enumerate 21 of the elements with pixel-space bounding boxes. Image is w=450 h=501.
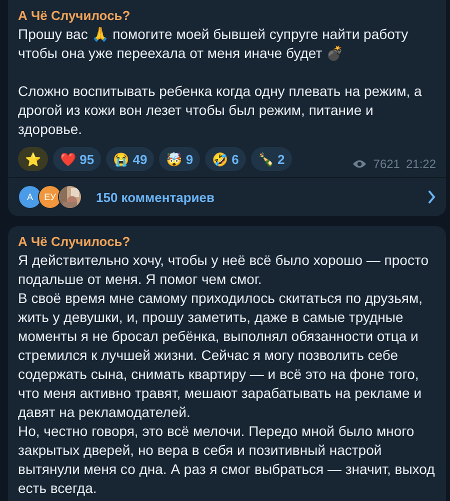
message-text: Сложно воспитывать ребенка когда одну плевать на режим, а дрогой из кожи вон лезет чтобы был режим, питание и здоровье.	[18, 82, 423, 139]
reaction-chip[interactable]: 🍾 2	[250, 147, 292, 171]
comments-link[interactable]: 150 комментариев	[96, 190, 214, 204]
channel-name: А Чё Случилось?	[18, 8, 132, 23]
message-text: Прошу вас 🙏 помогите моей бывшей супруге найти работу чтобы она уже переехала от меня иначе будет 💣	[18, 25, 410, 63]
eye-icon	[352, 159, 368, 169]
message-text: Я действительно хочу, чтобы у неё всё было хорошо — просто подальше от меня. Я помог чем смог.	[18, 251, 430, 289]
reaction-chip[interactable]: ❤ 95	[53, 147, 102, 171]
reaction-chip[interactable]: 😭 49	[106, 147, 154, 171]
reaction-chip[interactable]: 🤯 9	[159, 147, 200, 171]
message-text: В своё время мне самому приходилось скитаться по друзьям, жить у девушки, и, прошу заметить, даже в самые трудные моменты я не бросал ребёнка, выполнял обязанности отца и стремился к лучшей жизни. Сейчас я могу позволить себе содержать сына, снимать квартиру — и всё это на фоне того, что меня активно травят, мешают зарабатывать на рекламе и давят на рекламодателей.	[18, 289, 424, 422]
avatar: А	[18, 185, 42, 209]
message-text: Но, честно говоря, это всё мелочи. Передо мной было много закрытых дверей, но вера в себя и позитивный настрой вытянули меня со дна. А раз я смог выбраться — значит, выход есть всегда.	[18, 422, 436, 498]
channel-name: А Чё Случилось?	[18, 234, 132, 249]
avatar: ЕУ	[38, 185, 62, 209]
chevron-icon	[427, 190, 436, 204]
reaction-chip[interactable]: ⭐	[18, 147, 48, 171]
post-time: 21:22	[406, 157, 436, 171]
view-count: 7621	[373, 157, 400, 171]
reaction-chip[interactable]: 🤣 6	[205, 147, 246, 171]
comments-bar[interactable]: А ЕУ 150 комментариев	[8, 177, 446, 216]
